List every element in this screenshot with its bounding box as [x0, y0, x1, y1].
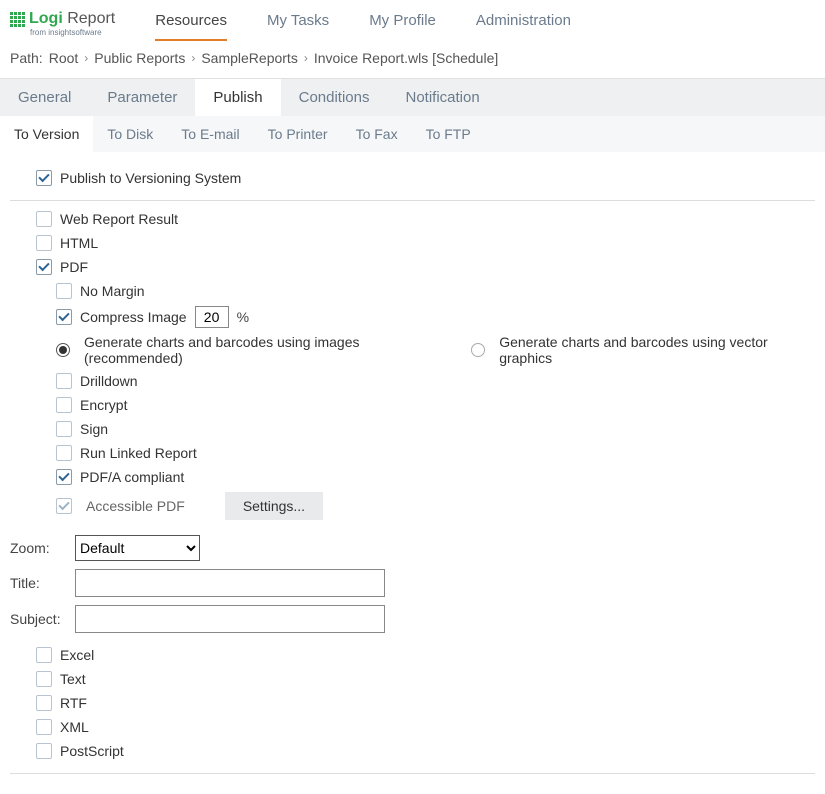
publish-versioning-checkbox[interactable] [36, 170, 52, 186]
run-linked-label: Run Linked Report [80, 445, 197, 461]
encrypt-label: Encrypt [80, 397, 127, 413]
publish-versioning-label: Publish to Versioning System [60, 170, 241, 186]
chevron-right-icon: › [84, 51, 88, 65]
drilldown-checkbox[interactable] [56, 373, 72, 389]
gen-images-label: Generate charts and barcodes using image… [84, 334, 451, 366]
excel-checkbox[interactable] [36, 647, 52, 663]
gen-vector-radio[interactable] [471, 343, 485, 357]
compress-image-suffix: % [237, 309, 249, 325]
encrypt-checkbox[interactable] [56, 397, 72, 413]
rtf-label: RTF [60, 695, 87, 711]
breadcrumb-item[interactable]: SampleReports [201, 50, 298, 66]
text-label: Text [60, 671, 86, 687]
subject-label: Subject: [10, 611, 65, 627]
no-margin-checkbox[interactable] [56, 283, 72, 299]
title-input[interactable] [75, 569, 385, 597]
breadcrumb: Path: Root › Public Reports › SampleReports ›… [0, 42, 825, 78]
subtab-to-printer[interactable]: To Printer [254, 116, 342, 152]
breadcrumb-item[interactable]: Root [49, 50, 79, 66]
nav-item-administration[interactable]: Administration [476, 6, 571, 39]
logo: Logi Report from insightsoftware [10, 11, 115, 37]
html-checkbox[interactable] [36, 235, 52, 251]
no-margin-label: No Margin [80, 283, 145, 299]
subtab-to-e-mail[interactable]: To E-mail [167, 116, 253, 152]
compress-image-input[interactable] [195, 306, 229, 328]
sign-checkbox[interactable] [56, 421, 72, 437]
zoom-select[interactable]: Default [75, 535, 200, 561]
drilldown-label: Drilldown [80, 373, 138, 389]
breadcrumb-prefix: Path: [10, 50, 43, 66]
zoom-label: Zoom: [10, 540, 65, 556]
tab-notification[interactable]: Notification [388, 79, 498, 116]
rtf-checkbox[interactable] [36, 695, 52, 711]
run-linked-checkbox[interactable] [56, 445, 72, 461]
compress-image-label: Compress Image [80, 309, 187, 325]
nav-item-resources[interactable]: Resources [155, 6, 227, 41]
logo-brand: Logi Report [29, 11, 115, 27]
html-label: HTML [60, 235, 98, 251]
subtab-to-version[interactable]: To Version [0, 116, 93, 152]
pdf-label: PDF [60, 259, 88, 275]
breadcrumb-item[interactable]: Public Reports [94, 50, 185, 66]
logo-subtitle: from insightsoftware [10, 29, 115, 37]
pdf-checkbox[interactable] [36, 259, 52, 275]
accessible-pdf-checkbox[interactable] [56, 498, 72, 514]
web-report-result-label: Web Report Result [60, 211, 178, 227]
tab-parameter[interactable]: Parameter [89, 79, 195, 116]
nav-item-my-tasks[interactable]: My Tasks [267, 6, 329, 39]
tabs-sub: To VersionTo DiskTo E-mailTo PrinterTo F… [0, 116, 825, 152]
compress-image-checkbox[interactable] [56, 309, 72, 325]
xml-label: XML [60, 719, 89, 735]
web-report-result-checkbox[interactable] [36, 211, 52, 227]
tab-publish[interactable]: Publish [195, 79, 280, 116]
subtab-to-fax[interactable]: To Fax [342, 116, 412, 152]
accessible-pdf-label: Accessible PDF [86, 498, 185, 514]
nav-item-my-profile[interactable]: My Profile [369, 6, 436, 39]
tab-conditions[interactable]: Conditions [281, 79, 388, 116]
tab-general[interactable]: General [0, 79, 89, 116]
gen-images-radio[interactable] [56, 343, 70, 357]
subtab-to-disk[interactable]: To Disk [93, 116, 167, 152]
breadcrumb-item: Invoice Report.wls [Schedule] [314, 50, 498, 66]
subtab-to-ftp[interactable]: To FTP [412, 116, 485, 152]
chevron-right-icon: › [191, 51, 195, 65]
postscript-checkbox[interactable] [36, 743, 52, 759]
pdfa-checkbox[interactable] [56, 469, 72, 485]
tabs-main: GeneralParameterPublishConditionsNotific… [0, 78, 825, 116]
gen-vector-label: Generate charts and barcodes using vecto… [499, 334, 815, 366]
xml-checkbox[interactable] [36, 719, 52, 735]
sign-label: Sign [80, 421, 108, 437]
title-label: Title: [10, 575, 65, 591]
main-nav: Resources My Tasks My Profile Administratio… [155, 6, 571, 42]
text-checkbox[interactable] [36, 671, 52, 687]
excel-label: Excel [60, 647, 94, 663]
settings-button[interactable]: Settings... [225, 492, 323, 520]
logo-dots-icon [10, 12, 25, 27]
postscript-label: PostScript [60, 743, 124, 759]
pdfa-label: PDF/A compliant [80, 469, 184, 485]
subject-input[interactable] [75, 605, 385, 633]
chevron-right-icon: › [304, 51, 308, 65]
